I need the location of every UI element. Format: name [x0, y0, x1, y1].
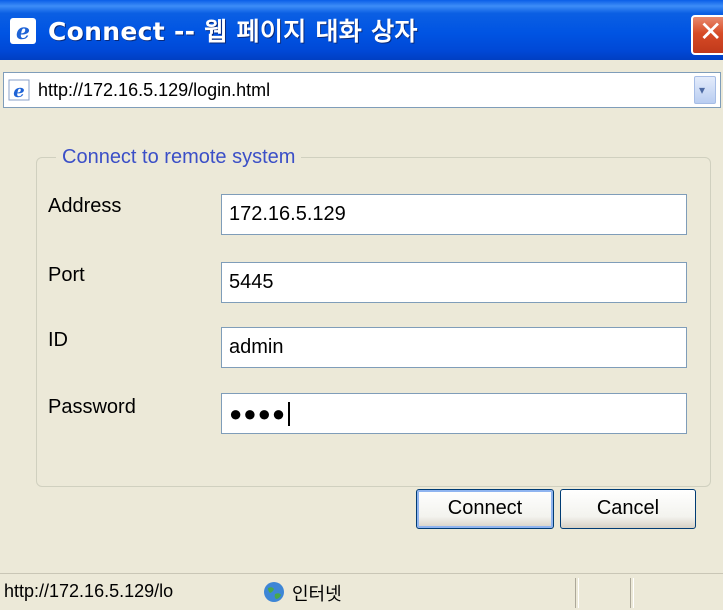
text-caret: [288, 401, 291, 426]
address-url: http://172.16.5.129/login.html: [38, 80, 271, 100]
password-input[interactable]: ●●●●: [221, 393, 687, 434]
port-label: Port: [48, 264, 85, 286]
security-zone-label: 인터넷: [292, 584, 342, 605]
address-input[interactable]: 172.16.5.129: [221, 194, 687, 235]
address-label: Address: [48, 195, 122, 217]
chevron-down-icon: ▾: [699, 83, 706, 97]
password-mask: ●●●●: [229, 401, 287, 427]
ie-page-icon: e: [8, 79, 30, 101]
svg-text:e: e: [16, 19, 30, 44]
group-legend: Connect to remote system: [56, 146, 302, 169]
status-url: http://172.16.5.129/lo: [4, 581, 174, 601]
dialog-window: e Connect -- 웹 페이지 대화 상자 ✕ e http://172.…: [0, 0, 723, 610]
password-label: Password: [48, 396, 136, 418]
close-icon: ✕: [699, 15, 723, 48]
address-dropdown-button[interactable]: ▾: [694, 76, 716, 104]
cancel-button[interactable]: Cancel: [560, 489, 696, 529]
svg-text:e: e: [13, 81, 24, 101]
connect-button[interactable]: Connect: [416, 489, 554, 529]
id-input[interactable]: admin: [221, 327, 687, 368]
address-bar[interactable]: e http://172.16.5.129/login.html ▾: [3, 72, 721, 108]
close-button[interactable]: ✕: [691, 15, 723, 55]
title-bar[interactable]: e Connect -- 웹 페이지 대화 상자 ✕: [0, 0, 723, 60]
port-input[interactable]: 5445: [221, 262, 687, 303]
status-divider: [575, 578, 579, 608]
ie-icon: e: [10, 18, 36, 44]
status-divider: [630, 578, 634, 608]
window-title: Connect -- 웹 페이지 대화 상자: [48, 17, 418, 46]
status-bar: http://172.16.5.129/lo 인터넷: [0, 573, 723, 610]
id-label: ID: [48, 329, 68, 351]
globe-icon: [264, 582, 284, 602]
